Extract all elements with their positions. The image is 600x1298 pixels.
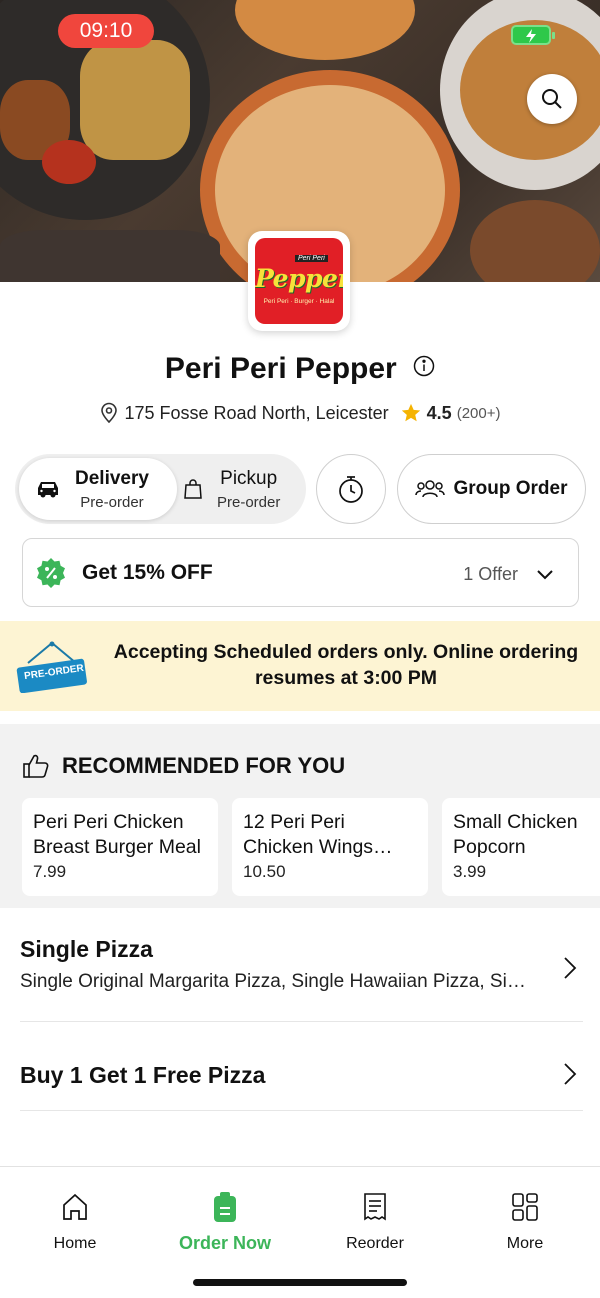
chevron-down-icon [537,570,553,580]
status-time: 09:10 [58,14,154,48]
tab-label: Reorder [346,1235,404,1252]
receipt-icon [364,1193,386,1221]
recommended-item[interactable]: Small Chicken Popcorn 3.99 [442,798,600,896]
tab-more[interactable]: More [450,1189,600,1253]
preorder-banner: PRE-ORDER Accepting Scheduled orders onl… [0,621,600,711]
group-order-button[interactable]: Group Order [397,454,586,524]
tab-order-now[interactable]: Order Now [150,1189,300,1254]
address-rating-row: 175 Fosse Road North, Leicester 4.5 (200… [0,402,600,424]
recommended-item[interactable]: 12 Peri Peri Chicken Wings Meal 10.50 [232,798,428,896]
order-icon [214,1192,236,1222]
recommended-heading: RECOMMENDED FOR YOU [62,753,346,778]
pickup-option[interactable]: Pickup Pre-order [181,458,301,520]
tab-label: Home [53,1235,97,1252]
category-subtitle: Single Original Margarita Pizza, Single … [20,971,530,992]
restaurant-title: Peri Peri Pepper [0,352,600,386]
car-icon [38,482,58,498]
thumbs-up-icon [23,754,49,778]
recommended-section: RECOMMENDED FOR YOU Peri Peri Chicken Br… [0,724,600,908]
category-bogo-pizza[interactable]: Buy 1 Get 1 Free Pizza [20,1062,583,1111]
bag-icon [184,479,202,499]
restaurant-name: Peri Peri Pepper [164,352,397,385]
recommended-item-price: 10.50 [243,862,286,881]
chevron-right-icon [564,957,577,979]
search-icon [542,89,562,109]
offer-card[interactable]: Get 15% OFF 1 Offer [22,538,579,607]
recommended-item-name: Small Chicken Popcorn [453,811,578,858]
category-title: Single Pizza [20,936,153,962]
preorder-message: Accepting Scheduled orders only. Online … [113,641,579,689]
grid-icon [512,1193,538,1221]
rating-count: (200+) [456,404,501,422]
group-order-label: Group Order [453,478,568,499]
category-single-pizza[interactable]: Single Pizza Single Original Margarita P… [20,936,583,1022]
offer-count: 1 Offer [463,564,518,584]
logo-sub-text: Peri Peri · Burger · Halal [263,298,335,305]
tab-label: Order Now [178,1233,271,1253]
delivery-sub: Pre-order [80,493,144,511]
order-mode-toggle: Delivery Pre-order Pickup Pre-order [15,454,306,524]
group-icon [415,480,446,498]
pickup-label: Pickup [220,467,278,489]
battery-icon [511,25,555,45]
rating-value: 4.5 [426,402,452,423]
pickup-sub: Pre-order [217,493,281,511]
star-icon [401,404,420,422]
recommended-item-price: 3.99 [453,862,487,881]
discount-badge-icon [37,558,65,588]
schedule-button[interactable] [316,454,386,524]
recommended-item-name: 12 Peri Peri Chicken Wings Meal [243,811,374,858]
delivery-option[interactable]: Delivery Pre-order [19,458,177,520]
chevron-right-icon [564,1063,577,1085]
delivery-label: Delivery [75,467,149,489]
home-indicator[interactable] [193,1279,407,1286]
logo-main-text: Pepper [255,264,343,293]
category-title: Buy 1 Get 1 Free Pizza [20,1062,266,1088]
recommended-item[interactable]: Peri Peri Chicken Breast Burger Meal 7.9… [22,798,218,896]
tab-reorder[interactable]: Reorder [300,1189,450,1253]
recommended-item-price: 7.99 [33,862,67,881]
location-pin-icon [101,402,118,424]
info-icon[interactable] [413,355,435,377]
tab-label: More [506,1235,544,1252]
restaurant-logo: Peri Peri Pepper Peri Peri · Burger · Ha… [248,231,350,331]
recommended-item-name: Peri Peri Chicken Breast Burger Meal [33,811,201,858]
offer-title: Get 15% OFF [82,561,213,584]
restaurant-address: 175 Fosse Road North, Leicester [124,402,389,423]
home-icon [63,1193,87,1220]
search-button[interactable] [527,74,577,124]
logo-small-text: Peri Peri [295,255,328,262]
timer-icon [339,476,363,503]
tab-home[interactable]: Home [0,1189,150,1253]
